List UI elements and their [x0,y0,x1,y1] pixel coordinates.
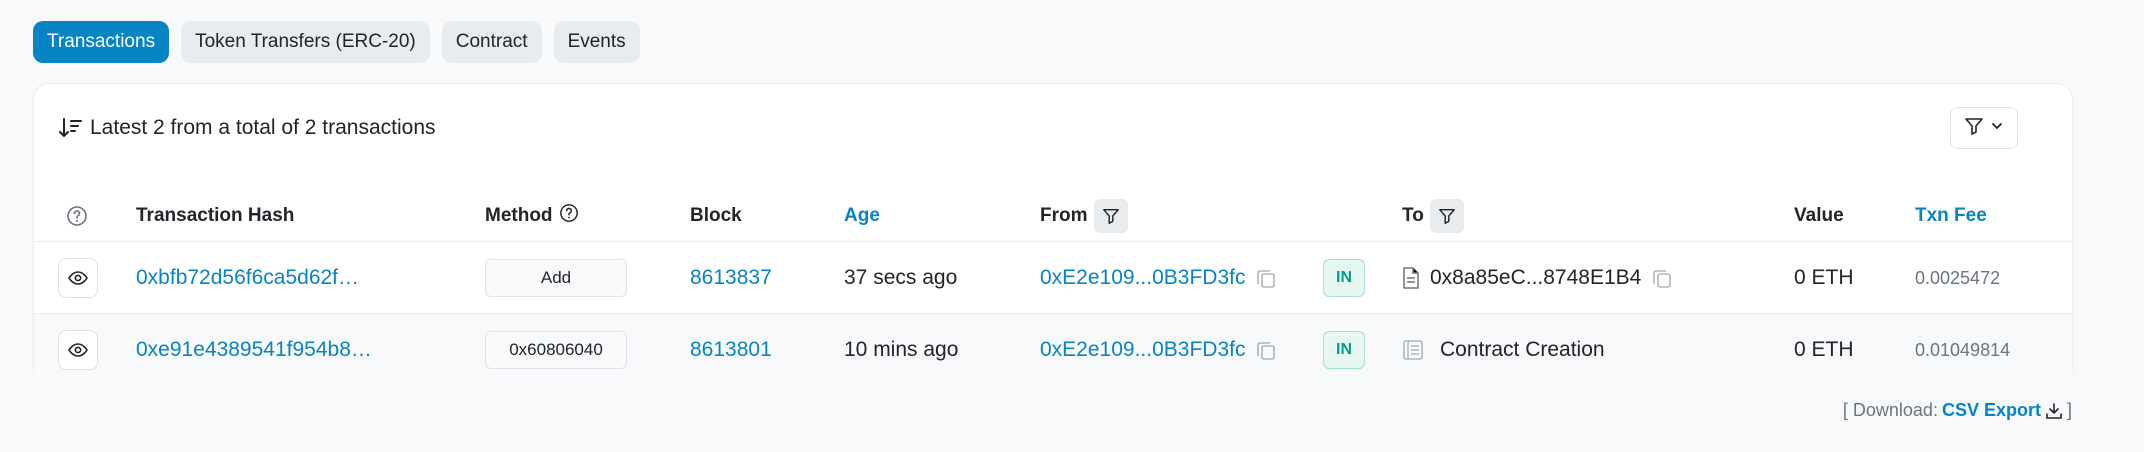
chevron-down-icon [1990,119,2004,138]
table-row: 0xbfb72d56f6ca5d62f… Add 8613837 37 secs… [34,242,2072,314]
value-text: 0 ETH [1794,266,1854,289]
column-txn-fee-toggle[interactable]: Txn Fee [1915,190,1987,242]
method-badge: 0x60806040 [485,331,627,369]
column-transaction-hash: Transaction Hash [136,205,295,226]
download-icon[interactable] [2045,402,2063,420]
download-bar: [ Download: CSV Export ] [1843,400,2072,421]
transactions-card: Latest 2 from a total of 2 transactions … [33,83,2073,386]
document-icon [1402,267,1420,289]
eye-icon[interactable] [58,258,98,298]
tab-token-transfers[interactable]: Token Transfers (ERC-20) [181,21,430,63]
filter-icon [1964,116,1984,141]
column-value: Value [1794,205,1844,226]
download-close-bracket: ] [2066,400,2072,420]
to-address[interactable]: 0x8a85eC...8748E1B4 [1430,266,1641,290]
transaction-hash-link[interactable]: 0xe91e4389541f954b8… [136,314,372,386]
tab-bar: Transactions Token Transfers (ERC-20) Co… [33,21,640,63]
age-text: 10 mins ago [844,338,959,361]
column-method-label: Method [485,205,553,226]
summary-text: Latest 2 from a total of 2 transactions [90,116,436,139]
table-header: Transaction Hash Method Block Age From T… [34,190,2072,242]
block-link[interactable]: 8613801 [690,314,772,386]
column-method: Method [485,190,579,242]
transaction-hash-link[interactable]: 0xbfb72d56f6ca5d62f… [136,242,359,314]
download-label: [ Download: [1842,400,1938,420]
column-block: Block [690,205,742,226]
from-filter-icon[interactable] [1093,199,1128,233]
column-to: To [1402,190,1464,242]
value-text: 0 ETH [1794,338,1854,361]
tab-transactions[interactable]: Transactions [33,21,170,63]
copy-icon[interactable] [1255,339,1277,361]
direction-badge: IN [1323,259,1365,297]
method-help-icon[interactable] [559,203,579,229]
direction-badge: IN [1323,331,1365,369]
summary: Latest 2 from a total of 2 transactions [58,116,436,140]
table-row: 0xe91e4389541f954b8… 0x60806040 8613801 … [34,314,2072,386]
sort-descending-icon [58,116,84,140]
block-link[interactable]: 8613837 [690,242,772,314]
age-text: 37 secs ago [844,266,958,289]
column-age-toggle[interactable]: Age [844,190,880,242]
question-circle-icon[interactable] [66,190,88,242]
txn-fee-text: 0.0025472 [1915,267,2001,288]
tab-contract[interactable]: Contract [441,21,542,63]
column-to-label: To [1402,205,1424,226]
copy-icon[interactable] [1651,267,1673,289]
copy-icon[interactable] [1255,267,1277,289]
to-contract-creation: Contract Creation [1440,338,1605,361]
filter-dropdown-button[interactable] [1950,107,2018,149]
csv-export-link[interactable]: CSV Export [1942,400,2041,421]
method-badge: Add [485,259,627,297]
column-from: From [1040,190,1128,242]
from-address-link[interactable]: 0xE2e109...0B3FD3fc [1040,338,1245,362]
contract-creation-icon [1402,339,1424,361]
from-address-link[interactable]: 0xE2e109...0B3FD3fc [1040,266,1245,290]
txn-fee-text: 0.01049814 [1915,339,2011,360]
column-from-label: From [1040,205,1088,226]
to-filter-icon[interactable] [1429,199,1464,233]
eye-icon[interactable] [58,330,98,370]
tab-events[interactable]: Events [553,21,640,63]
